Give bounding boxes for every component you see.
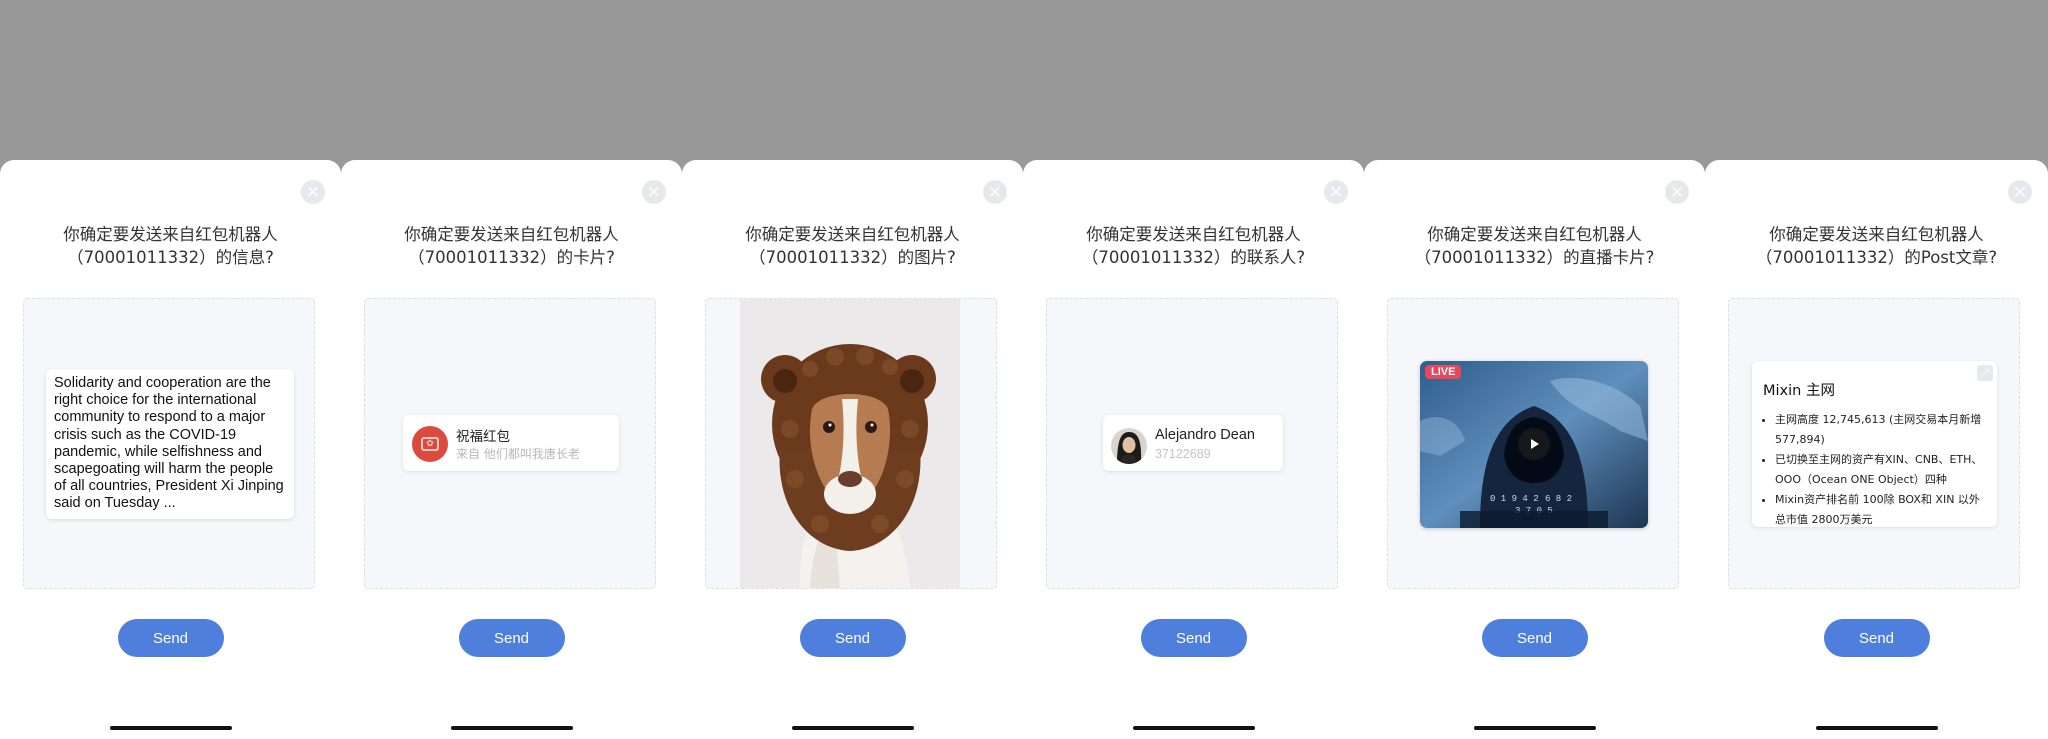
svg-text:0 1 9 4 2: 0 1 9 4 2 <box>1490 494 1539 504</box>
panel-title: 你确定要发送来自红包机器人 （70001011332）的Post文章? <box>1715 223 2038 269</box>
post-list-item: 主网高度 12,745,613 (主网交易本月新增577,894) <box>1775 410 1987 450</box>
title-line-2: （70001011332）的图片? <box>749 248 956 267</box>
home-indicator <box>1815 726 1938 730</box>
confirm-panel-post: × 你确定要发送来自红包机器人 （70001011332）的Post文章? ⤢ … <box>1705 160 2048 739</box>
close-icon[interactable]: × <box>1665 180 1689 204</box>
close-icon[interactable]: × <box>983 180 1007 204</box>
title-line-1: 你确定要发送来自红包机器人 <box>404 225 619 244</box>
send-button[interactable]: Send <box>1481 619 1588 657</box>
confirm-panel-message: × 你确定要发送来自红包机器人 （70001011332）的信息? Solida… <box>0 160 341 739</box>
card-preview: ✿ 祝福红包 来自 他们都叫我唐长老 <box>364 298 656 589</box>
play-icon[interactable] <box>1518 428 1550 460</box>
title-line-1: 你确定要发送来自红包机器人 <box>745 225 960 244</box>
title-line-2: （70001011332）的卡片? <box>408 248 615 267</box>
send-button[interactable]: Send <box>799 619 906 657</box>
title-line-2: （70001011332）的信息? <box>67 248 274 267</box>
message-preview: Solidarity and cooperation are the right… <box>23 298 315 589</box>
contact-card: Alejandro Dean 37122689 <box>1103 415 1283 471</box>
confirm-panel-card: × 你确定要发送来自红包机器人 （70001011332）的卡片? ✿ 祝福红包… <box>341 160 682 739</box>
confirm-panel-image: × 你确定要发送来自红包机器人 （70001011332）的图片? Send <box>682 160 1023 739</box>
send-button[interactable]: Send <box>458 619 565 657</box>
title-line-1: 你确定要发送来自红包机器人 <box>1769 225 1984 244</box>
card-title: 祝福红包 <box>456 429 510 445</box>
confirm-panel-contact: × 你确定要发送来自红包机器人 （70001011332）的联系人? Aleja… <box>1023 160 1364 739</box>
title-line-2: （70001011332）的Post文章? <box>1755 248 1998 267</box>
close-icon[interactable]: × <box>1324 180 1348 204</box>
close-icon[interactable]: × <box>301 180 325 204</box>
contact-name: Alejandro Dean <box>1155 427 1255 443</box>
close-icon[interactable]: × <box>2008 180 2032 204</box>
close-icon[interactable]: × <box>642 180 666 204</box>
home-indicator <box>109 726 232 730</box>
title-line-1: 你确定要发送来自红包机器人 <box>1427 225 1642 244</box>
post-list: 主网高度 12,745,613 (主网交易本月新增577,894) 已切换至主网… <box>1763 410 1987 530</box>
home-indicator <box>791 726 914 730</box>
card-subtitle: 来自 他们都叫我唐长老 <box>456 447 580 461</box>
title-line-1: 你确定要发送来自红包机器人 <box>1086 225 1301 244</box>
title-line-1: 你确定要发送来自红包机器人 <box>63 225 278 244</box>
home-indicator <box>1473 726 1596 730</box>
home-indicator <box>450 726 573 730</box>
avatar <box>1111 428 1147 464</box>
panel-title: 你确定要发送来自红包机器人 （70001011332）的卡片? <box>351 223 672 269</box>
title-line-2: （70001011332）的联系人? <box>1081 248 1306 267</box>
panel-title: 你确定要发送来自红包机器人 （70001011332）的图片? <box>692 223 1013 269</box>
post-card[interactable]: ⤢ Mixin 主网 主网高度 12,745,613 (主网交易本月新增577,… <box>1752 361 1997 527</box>
panel-title: 你确定要发送来自红包机器人 （70001011332）的联系人? <box>1033 223 1354 269</box>
live-preview: 0 1 9 4 2 3 7 0 5 6 8 2 LIVE <box>1387 298 1679 589</box>
live-card[interactable]: 0 1 9 4 2 3 7 0 5 6 8 2 LIVE <box>1420 361 1648 528</box>
post-list-item: 已切换至主网的资产有XIN、CNB、ETH、OOO（Ocean ONE Obje… <box>1775 450 1987 490</box>
image-preview <box>705 298 997 589</box>
dog-in-bear-hat-image <box>740 299 960 588</box>
svg-text:6 8 2: 6 8 2 <box>1545 494 1572 504</box>
home-indicator <box>1132 726 1255 730</box>
send-button[interactable]: Send <box>1140 619 1247 657</box>
send-button[interactable]: Send <box>117 619 224 657</box>
contact-id: 37122689 <box>1155 447 1211 461</box>
panel-title: 你确定要发送来自红包机器人 （70001011332）的直播卡片? <box>1374 223 1695 269</box>
live-badge: LIVE <box>1425 365 1462 379</box>
post-title: Mixin 主网 <box>1763 383 1835 399</box>
confirm-panel-live: × 你确定要发送来自红包机器人 （70001011332）的直播卡片? 0 1 … <box>1364 160 1705 739</box>
message-bubble: Solidarity and cooperation are the right… <box>46 369 294 519</box>
title-line-2: （70001011332）的直播卡片? <box>1414 248 1655 267</box>
red-packet-icon: ✿ <box>412 426 448 462</box>
red-packet-card: ✿ 祝福红包 来自 他们都叫我唐长老 <box>403 415 619 471</box>
post-preview: ⤢ Mixin 主网 主网高度 12,745,613 (主网交易本月新增577,… <box>1728 298 2020 589</box>
post-list-item: Mixin资产排名前 100除 BOX和 XIN 以外总市值 2800万美元 <box>1775 490 1987 530</box>
panel-title: 你确定要发送来自红包机器人 （70001011332）的信息? <box>10 223 331 269</box>
send-button[interactable]: Send <box>1823 619 1930 657</box>
contact-preview: Alejandro Dean 37122689 <box>1046 298 1338 589</box>
expand-icon[interactable]: ⤢ <box>1977 365 1993 381</box>
